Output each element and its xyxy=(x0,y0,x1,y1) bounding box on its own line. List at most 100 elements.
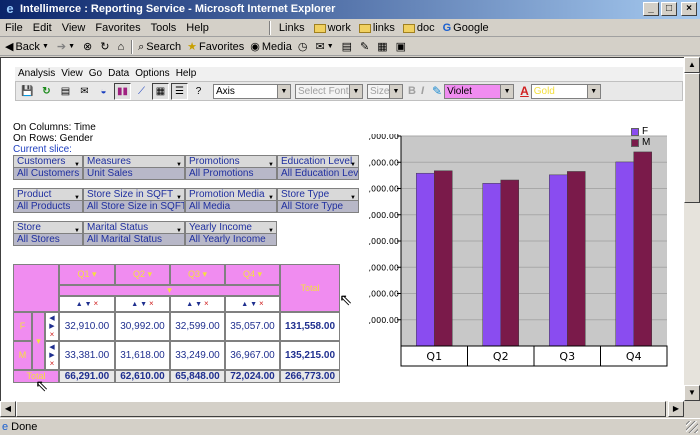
fill-color-select[interactable]: Violet ▼ xyxy=(444,83,515,99)
slicer-dimension-label[interactable]: Yearly Income ▼ xyxy=(186,222,276,234)
sort-controls-m[interactable]: ◀ ▶ × xyxy=(45,341,59,370)
slicer-promotion-media[interactable]: Promotion Media ▼ All Media xyxy=(185,188,277,213)
font-color-icon[interactable]: A xyxy=(520,84,529,98)
minimize-button[interactable]: _ xyxy=(643,2,659,16)
close-button[interactable]: × xyxy=(681,2,697,16)
row-level-dropdown[interactable]: ▾ xyxy=(32,312,45,370)
save-button[interactable]: 💾 xyxy=(19,83,36,100)
maximize-button[interactable]: □ xyxy=(661,2,677,16)
column-header-q4[interactable]: Q4 ▾ xyxy=(225,264,280,285)
print-app-button[interactable]: ▤ xyxy=(57,83,74,100)
time-level-header[interactable]: ▾ xyxy=(59,285,280,296)
link-doc[interactable]: doc xyxy=(399,22,439,34)
bold-button[interactable]: B xyxy=(408,85,416,97)
slicer-education-level[interactable]: Education Level ▼ All Education Level xyxy=(277,155,359,180)
back-button[interactable]: ◀ Back ▼ xyxy=(2,38,54,56)
chevron-down-icon[interactable]: ▼ xyxy=(176,225,182,233)
column-header-q2[interactable]: Q2 ▾ xyxy=(115,264,170,285)
resize-grip-icon[interactable] xyxy=(686,421,698,433)
slicer-dimension-label[interactable]: Product ▼ xyxy=(14,189,82,201)
scroll-down-button[interactable]: ▼ xyxy=(684,385,700,401)
menu-edit[interactable]: Edit xyxy=(28,20,57,37)
chevron-down-icon[interactable]: ▼ xyxy=(268,159,274,167)
slicer-product[interactable]: Product ▼ All Products xyxy=(13,188,83,213)
slicer-yearly-income[interactable]: Yearly Income ▼ All Yearly Income xyxy=(185,221,277,246)
scroll-up-button[interactable]: ▲ xyxy=(684,57,700,73)
chevron-down-icon[interactable]: ▼ xyxy=(74,192,80,200)
slicer-measures[interactable]: Measures ▼ Unit Sales xyxy=(83,155,185,180)
slicer-promotions[interactable]: Promotions ▼ All Promotions xyxy=(185,155,277,180)
help-button[interactable]: ? xyxy=(190,83,207,100)
line-chart-button[interactable]: ⟋ xyxy=(133,83,150,100)
app-menu-view[interactable]: View xyxy=(58,67,86,81)
slicer-dimension-label[interactable]: Education Level ▼ xyxy=(278,156,358,168)
app-menu-analysis[interactable]: Analysis xyxy=(15,67,58,81)
column-header-q3[interactable]: Q3 ▾ xyxy=(170,264,225,285)
stop-button[interactable]: ⊗ xyxy=(80,38,97,56)
media-button[interactable]: ◉ Media xyxy=(247,38,295,56)
app-menu-options[interactable]: Options xyxy=(132,67,172,81)
menu-tools[interactable]: Tools xyxy=(146,20,182,37)
sort-controls-q2[interactable]: ▲ ▼ × xyxy=(115,296,170,312)
chevron-down-icon[interactable]: ▼ xyxy=(74,225,80,233)
home-button[interactable]: ⌂ xyxy=(114,38,129,56)
sort-controls-q3[interactable]: ▲ ▼ × xyxy=(170,296,225,312)
slicer-dimension-label[interactable]: Store Type ▼ xyxy=(278,189,358,201)
slicer-dimension-label[interactable]: Measures ▼ xyxy=(84,156,184,168)
bar-chart-button[interactable]: ▮▮ xyxy=(114,82,131,100)
chevron-down-icon[interactable]: ▼ xyxy=(268,225,274,233)
email-button[interactable]: ✉ xyxy=(76,83,93,100)
axis-select[interactable]: Axis ▼ xyxy=(213,83,291,99)
menu-file[interactable]: File xyxy=(0,20,28,37)
slicer-dimension-label[interactable]: Marital Status ▼ xyxy=(84,222,184,234)
favorites-button[interactable]: ★ Favorites xyxy=(184,38,247,56)
size-select[interactable]: Size ▼ xyxy=(367,83,403,99)
slicer-customers[interactable]: Customers ▼ All Customers xyxy=(13,155,83,180)
chevron-down-icon[interactable]: ▼ xyxy=(350,192,356,200)
messenger-button[interactable]: ▣ xyxy=(393,38,411,56)
chevron-down-icon[interactable]: ▼ xyxy=(350,159,356,167)
font-select[interactable]: Select Font ▼ xyxy=(295,83,363,99)
slicer-store-type[interactable]: Store Type ▼ All Store Type xyxy=(277,188,359,213)
menu-view[interactable]: View xyxy=(57,20,91,37)
fill-color-icon[interactable]: ✎ xyxy=(432,84,442,98)
horizontal-scrollbar[interactable]: ◀ ▶ xyxy=(0,401,684,417)
refresh-app-button[interactable]: ↻ xyxy=(38,83,55,100)
pivot-table-button[interactable]: ▦ xyxy=(152,82,169,100)
app-menu-go[interactable]: Go xyxy=(86,67,105,81)
row-header-f[interactable]: F xyxy=(13,312,32,341)
row-header-m[interactable]: M xyxy=(13,341,32,370)
vertical-scroll-thumb[interactable] xyxy=(684,73,700,203)
edit-button[interactable]: ✎ xyxy=(357,38,374,56)
chevron-down-icon[interactable]: ▼ xyxy=(268,192,274,200)
slicer-dimension-label[interactable]: Promotion Media ▼ xyxy=(186,189,276,201)
forward-button[interactable]: ➔ ▼ xyxy=(54,38,80,56)
sort-controls-q1[interactable]: ▲ ▼ × xyxy=(59,296,115,312)
export-button[interactable]: ◒ xyxy=(95,83,112,100)
slicer-dimension-label[interactable]: Store Size in SQFT ▼ xyxy=(84,189,184,201)
scroll-right-button[interactable]: ▶ xyxy=(668,401,684,417)
sort-controls-q4[interactable]: ▲ ▼ × xyxy=(225,296,280,312)
history-button[interactable]: ◷ xyxy=(295,38,313,56)
app-menu-data[interactable]: Data xyxy=(105,67,132,81)
menu-help[interactable]: Help xyxy=(181,20,214,37)
slicer-dimension-label[interactable]: Store ▼ xyxy=(14,222,82,234)
scroll-left-button[interactable]: ◀ xyxy=(0,401,16,417)
slicer-dimension-label[interactable]: Promotions ▼ xyxy=(186,156,276,168)
chevron-down-icon[interactable]: ▼ xyxy=(74,159,80,167)
font-color-select[interactable]: Gold ▼ xyxy=(530,83,601,99)
link-google[interactable]: G Google xyxy=(439,22,493,34)
app-menu-help[interactable]: Help xyxy=(173,67,200,81)
print-button[interactable]: ▤ xyxy=(339,38,357,56)
slicer-marital-status[interactable]: Marital Status ▼ All Marital Status xyxy=(83,221,185,246)
column-header-q1[interactable]: Q1 ▾ xyxy=(59,264,115,285)
italic-button[interactable]: I xyxy=(421,85,424,97)
link-work[interactable]: work xyxy=(310,22,355,34)
slicer-store[interactable]: Store ▼ All Stores xyxy=(13,221,83,246)
discuss-button[interactable]: ▦ xyxy=(374,38,392,56)
refresh-button[interactable]: ↻ xyxy=(97,38,114,56)
slicer-store-size-in-sqft[interactable]: Store Size in SQFT ▼ All Store Size in SQF… xyxy=(83,188,185,213)
search-button[interactable]: ⌕ Search xyxy=(135,38,184,56)
layout-button[interactable]: ☰ xyxy=(171,82,188,100)
slicer-dimension-label[interactable]: Customers ▼ xyxy=(14,156,82,168)
